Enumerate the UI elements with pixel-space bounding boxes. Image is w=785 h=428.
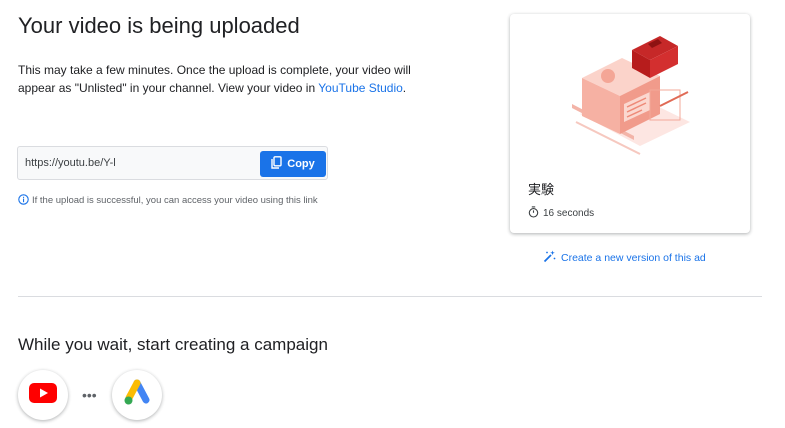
google-ads-icon [122,379,152,412]
video-duration: 16 seconds [528,206,594,221]
more-dots: ••• [82,387,97,403]
youtube-studio-link[interactable]: YouTube Studio [318,81,403,95]
google-ads-logo-button[interactable] [112,370,162,420]
copy-icon [271,156,282,172]
description-end: . [402,81,407,95]
video-thumbnail-illustration [562,34,692,174]
page-title: Your video is being uploaded [18,13,300,38]
info-text: If the upload is successful, you can acc… [32,195,318,206]
campaign-heading: While you wait, start creating a campaig… [18,335,328,354]
video-url-text[interactable]: https://youtu.be/Y-l [25,157,116,169]
upload-info-note: If the upload is successful, you can acc… [18,194,328,209]
upload-description: This may take a few minutes. Once the up… [18,61,438,97]
create-link-label: Create a new version of this ad [561,252,706,264]
duration-text: 16 seconds [543,208,595,219]
youtube-logo-button[interactable] [18,370,68,420]
timer-icon [528,206,539,221]
video-url-field[interactable]: https://youtu.be/Y-l Copy [17,146,328,180]
info-icon [18,194,29,209]
video-preview-card[interactable]: 実験 16 seconds [510,14,750,233]
section-divider [18,296,762,297]
create-new-version-link[interactable]: Create a new version of this ad [543,250,706,266]
magic-wand-icon [543,250,556,266]
copy-button[interactable]: Copy [260,151,326,177]
copy-label: Copy [287,158,315,170]
youtube-icon [29,382,57,408]
video-title: 実験 [528,182,555,197]
